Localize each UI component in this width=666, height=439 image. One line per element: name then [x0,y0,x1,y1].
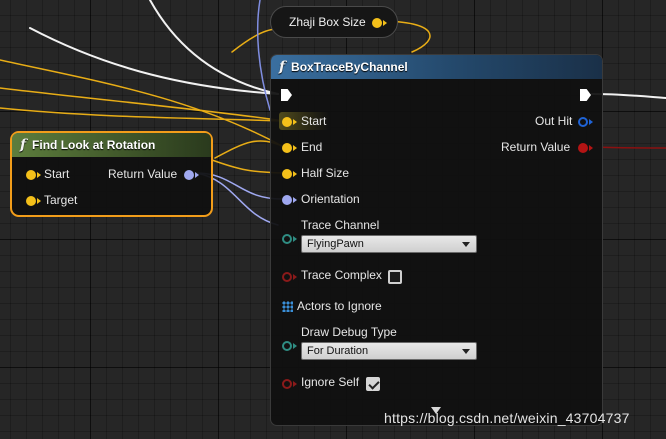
draw-debug-type-label: Draw Debug Type [301,325,397,339]
start-label: Start [301,114,327,128]
trace-channel-dropdown[interactable]: FlyingPawn [301,235,477,253]
half-size-label: Half Size [301,166,350,180]
return-value-label: Return Value [501,140,571,154]
start-label: Start [44,167,70,181]
draw-debug-type-value: For Duration [307,345,369,357]
wire-exec-out [591,93,666,99]
draw-debug-type-dropdown[interactable]: For Duration [301,342,477,360]
pin-arrow-icon [383,20,387,26]
ignore-self-checkbox[interactable] [366,377,380,391]
ignore-self-input-pin[interactable] [282,379,292,389]
variable-label: Zhaji Box Size [289,15,366,29]
zhaji-box-size-node[interactable]: Zhaji Box Size [270,6,398,38]
pin-arrow-icon [293,119,297,125]
pin-arrow-icon [293,197,297,203]
orientation-label: Orientation [301,192,360,206]
trace-channel-label: Trace Channel [301,218,380,232]
pin-arrow-icon [589,119,593,125]
chevron-down-icon [462,242,470,247]
box-trace-by-channel-node[interactable]: f BoxTraceByChannel Start End Half Size … [270,54,603,426]
orientation-input-pin[interactable] [282,195,292,205]
pin-arrow-icon [195,172,199,178]
trace-channel-input-pin[interactable] [282,234,292,244]
out-hit-output-pin[interactable] [578,117,588,127]
trace-complex-input-pin[interactable] [282,272,292,282]
trace-complex-label: Trace Complex [301,268,382,282]
function-icon: f [20,137,27,153]
return-value-output-pin[interactable] [578,143,588,153]
exec-output-pin[interactable] [580,89,591,101]
pin-arrow-icon [589,145,593,151]
watermark-text: https://blog.csdn.net/weixin_43704737 [384,410,630,426]
return-value-pin[interactable] [184,170,194,180]
chevron-down-icon [462,349,470,354]
wire-white-2 [29,27,279,95]
node-header: f BoxTraceByChannel [271,55,602,79]
pin-arrow-icon [37,172,41,178]
node-header: f Find Look at Rotation [12,133,211,157]
pin-arrow-icon [37,198,41,204]
draw-debug-type-input-pin[interactable] [282,341,292,351]
pin-arrow-icon [293,145,297,151]
return-value-label: Return Value [108,167,178,181]
target-input-pin[interactable] [26,196,36,206]
pin-arrow-icon [293,171,297,177]
ignore-self-label: Ignore Self [301,375,360,389]
wire-yellow-2 [0,107,285,122]
start-input-pin[interactable] [26,170,36,180]
node-title: Find Look at Rotation [32,138,156,152]
pin-arrow-icon [293,343,297,349]
pin-arrow-icon [293,236,297,242]
end-label: End [301,140,323,154]
target-label: Target [44,193,78,207]
trace-complex-checkbox[interactable] [388,270,402,284]
pin-arrow-icon [293,381,297,387]
out-hit-label: Out Hit [535,114,573,128]
array-pin-icon[interactable] [282,301,293,312]
pin-arrow-icon [293,274,297,280]
exec-input-pin[interactable] [281,89,292,101]
half-size-input-pin[interactable] [282,169,292,179]
end-input-pin[interactable] [282,143,292,153]
variable-output-pin[interactable] [372,18,382,28]
node-title: BoxTraceByChannel [291,60,408,74]
start-input-pin[interactable] [282,117,292,127]
find-look-at-rotation-node[interactable]: f Find Look at Rotation Start Target Ret… [10,131,213,217]
trace-channel-value: FlyingPawn [307,238,364,250]
actors-to-ignore-label: Actors to Ignore [297,299,382,313]
function-icon: f [279,59,286,75]
